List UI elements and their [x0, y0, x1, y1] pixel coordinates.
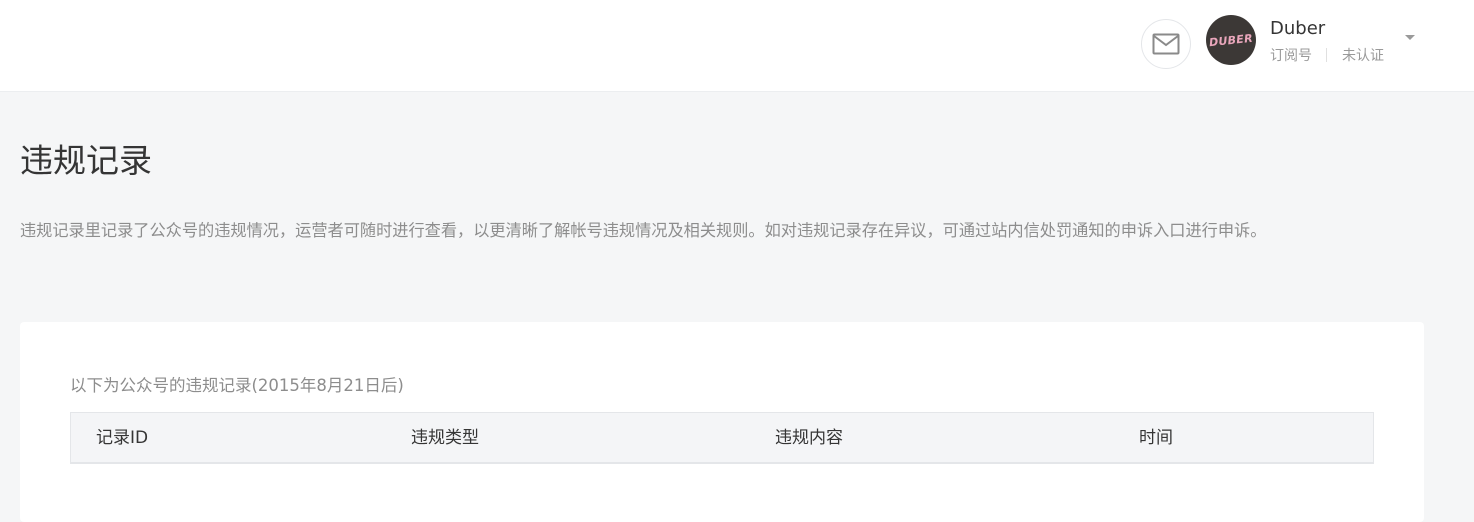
column-header-record-id: 记录ID — [96, 428, 149, 448]
top-navigation-bar: DUBER Duber 订阅号 未认证 — [0, 0, 1474, 92]
account-meta: 订阅号 未认证 — [1270, 45, 1384, 65]
account-type: 订阅号 — [1270, 48, 1312, 64]
violation-records-card: 以下为公众号的违规记录(2015年8月21日后) 记录ID 违规类型 违规内容 … — [20, 322, 1424, 522]
page-description: 违规记录里记录了公众号的违规情况，运营者可随时进行查看，以更清晰了解帐号违规情况… — [20, 221, 1267, 240]
avatar-logo-text: DUBER — [1208, 31, 1254, 49]
avatar[interactable]: DUBER — [1206, 15, 1256, 65]
column-header-violation-type: 违规类型 — [411, 428, 479, 448]
records-table-header: 记录ID 违规类型 违规内容 时间 — [70, 412, 1374, 464]
records-caption: 以下为公众号的违规记录(2015年8月21日后) — [70, 376, 404, 395]
mail-icon — [1152, 33, 1180, 55]
meta-divider — [1326, 48, 1327, 62]
messages-button[interactable] — [1141, 19, 1191, 69]
caret-down-icon[interactable] — [1405, 35, 1415, 40]
account-name[interactable]: Duber — [1270, 18, 1325, 39]
page-title: 违规记录 — [20, 141, 152, 180]
verification-status: 未认证 — [1342, 48, 1384, 64]
column-header-time: 时间 — [1139, 428, 1173, 448]
column-header-violation-content: 违规内容 — [775, 428, 843, 448]
